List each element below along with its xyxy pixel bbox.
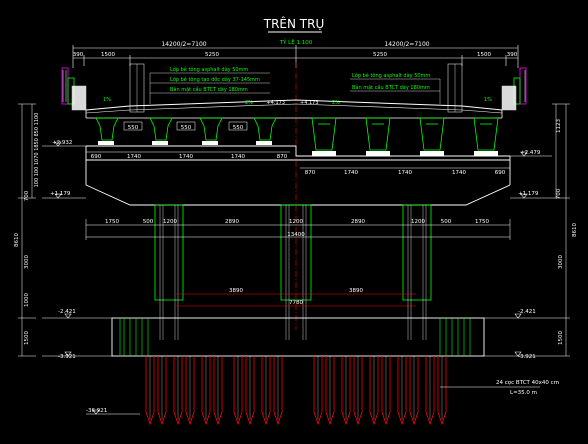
- left-bearings: [98, 141, 272, 145]
- elev-2421-right: -2.421: [518, 309, 536, 315]
- elev-markers-footing: [42, 313, 552, 357]
- dim-1740-l1: 1740: [127, 154, 141, 160]
- dim-870-left: 870: [277, 154, 288, 160]
- dim-13400-total: 13400: [287, 232, 305, 238]
- dim-v-1500-right: 1500: [558, 331, 564, 345]
- dim-390-left: 390: [73, 52, 84, 58]
- right-railing: [501, 67, 527, 111]
- dim-v-700-right: 700: [556, 188, 562, 199]
- dim-v-8610: 8610: [14, 233, 20, 247]
- left-railing: [61, 67, 87, 111]
- girder-gap-3: 550: [233, 125, 244, 131]
- pile-note-line2: L=35.0 m: [510, 390, 537, 396]
- pile-cap: [111, 317, 485, 357]
- dim-390-right: 390: [507, 52, 518, 58]
- pier-cross-section-drawing: TRÊN TRỤ TỶ LỆ 1:100 14200/2=7100 14200/…: [14, 16, 578, 426]
- dim-1750-left: 1750: [105, 219, 119, 225]
- right-girders: [311, 117, 499, 151]
- deck-note-left-3: Bản mặt cầu BTCT dày 180mm: [170, 85, 248, 93]
- pier-cap: [85, 145, 511, 206]
- dim-v-1000: 1000: [24, 293, 30, 307]
- dim-500-right: 500: [441, 219, 452, 225]
- dim-v-3000-right: 3000: [558, 255, 564, 269]
- elev-1179-left: +1.179: [50, 191, 71, 197]
- deck-note-right-2: Bản mặt cầu BTCT dày 180mm: [352, 83, 430, 91]
- girder-gap-1: 550: [128, 125, 139, 131]
- pile-note-line1: 24 cọc BTCT 40x40 cm: [496, 380, 559, 386]
- dim-690-left: 690: [91, 154, 102, 160]
- elev-3921-left: -3.921: [58, 354, 76, 360]
- dim-1740-r1: 1740: [344, 170, 358, 176]
- slope-label-left: 1%: [103, 97, 111, 103]
- dim-690-right: 690: [495, 170, 506, 176]
- scale-label: TỶ LỆ 1:100: [279, 38, 313, 46]
- dim-1740-l3: 1740: [231, 154, 245, 160]
- deck-note-left-2: Lớp bê tông tạo dốc dày 37-145mm: [170, 76, 260, 83]
- drawing-title: TRÊN TRỤ: [263, 16, 325, 31]
- elev-2421-left: -2.421: [58, 309, 76, 315]
- deck-notes-box-left: [129, 63, 145, 113]
- dim-5250-left: 5250: [205, 52, 219, 58]
- dim-1740-r3: 1740: [452, 170, 466, 176]
- dim-1740-l2: 1740: [179, 154, 193, 160]
- dim-7780: 7780: [289, 300, 303, 306]
- elev-3921-right: -3.921: [518, 354, 536, 360]
- dim-v-8610-right: 8610: [572, 223, 578, 237]
- dim-half-right: 14200/2=7100: [384, 41, 429, 48]
- elev-36921: -36.921: [86, 408, 107, 414]
- right-bearings: [312, 151, 498, 156]
- dim-1750-right: 1750: [475, 219, 489, 225]
- dim-v-700: 700: [24, 190, 30, 201]
- left-stacked-dims: 100 100 1070 1850 850 1100: [34, 113, 40, 188]
- dim-5250-right: 5250: [373, 52, 387, 58]
- elev-4173-left: +4.173: [266, 100, 285, 106]
- piles-group: [145, 356, 447, 426]
- deck-note-right-1: Lớp bê tông asphalt dày 50mm: [352, 72, 430, 79]
- dim-1200-left: 1200: [163, 219, 177, 225]
- deck-note-left-1: Lớp bê tông asphalt dày 50mm: [170, 66, 248, 73]
- pile-cap-hatch: [119, 318, 471, 356]
- elev-2479: +2.479: [520, 150, 541, 156]
- dim-1200-right: 1200: [411, 219, 425, 225]
- dim-1740-r2: 1740: [398, 170, 412, 176]
- top-dimension-lines: [72, 45, 519, 68]
- crossfall-label-right: 2%: [332, 100, 340, 106]
- deck-notes-box-right: [447, 63, 463, 113]
- dim-1200-mid: 1200: [289, 219, 303, 225]
- dim-half-left: 14200/2=7100: [161, 41, 206, 48]
- dim-1500-right: 1500: [477, 52, 491, 58]
- dim-2890-left: 2890: [225, 219, 239, 225]
- elev-2932: +2.932: [52, 140, 72, 146]
- dim-v-1500: 1500: [24, 331, 30, 345]
- girder-gap-2: 550: [181, 125, 192, 131]
- cad-drawing-viewport: TRÊN TRỤ TỶ LỆ 1:100 14200/2=7100 14200/…: [0, 0, 588, 440]
- dim-v-3000: 3000: [24, 255, 30, 269]
- right-vertical-dims: [552, 103, 570, 357]
- dim-2890-right: 2890: [351, 219, 365, 225]
- dim-500-left: 500: [143, 219, 154, 225]
- dim-870-right: 870: [305, 170, 316, 176]
- dim-1500-left: 1500: [101, 52, 115, 58]
- dim-v-1123: 1123: [556, 119, 562, 133]
- slope-label-right: 1%: [484, 97, 492, 103]
- crossfall-label-left: 2%: [245, 100, 253, 106]
- deck-surface: [85, 99, 503, 119]
- elev-4173-right: +4.173: [300, 100, 319, 106]
- elev-markers-cap: [42, 141, 552, 199]
- dim-3890-right: 3890: [349, 288, 363, 294]
- elev-1179-right: +1.179: [518, 191, 539, 197]
- dim-3890-left: 3890: [229, 288, 243, 294]
